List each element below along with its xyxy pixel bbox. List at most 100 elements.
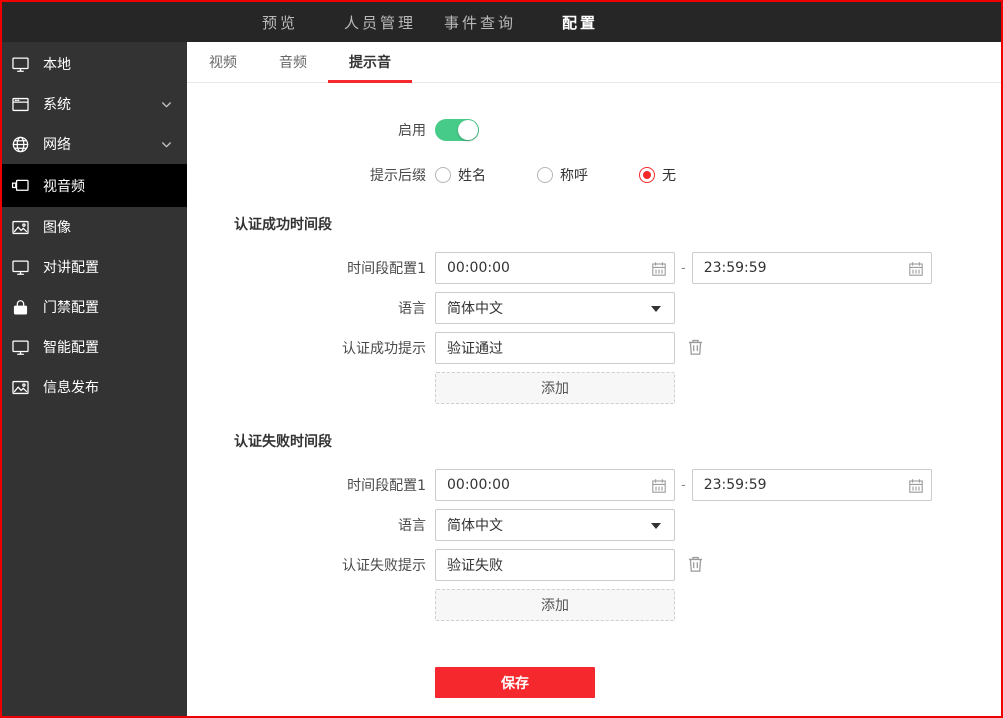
sidebar-item-access-control-config[interactable]: 门禁配置 (2, 287, 187, 327)
success-prompt-label: 认证成功提示 (342, 341, 426, 357)
window-icon (11, 95, 30, 114)
sidebar-item-label: 网络 (43, 137, 71, 153)
failure-end-time-field (691, 469, 932, 501)
radio-label: 称呼 (560, 168, 588, 184)
radio-label: 姓名 (458, 168, 486, 184)
success-add-row: 添加 (187, 372, 1001, 404)
sidebar-item-label: 视音频 (43, 178, 85, 195)
failure-start-time-field (435, 469, 675, 501)
monitor-icon (11, 258, 30, 277)
prompt-suffix-options: 姓名 称呼 无 (435, 165, 727, 185)
calendar-icon[interactable] (908, 478, 924, 494)
failure-prompt-input[interactable] (435, 549, 675, 581)
dropdown-arrow-icon (651, 306, 661, 312)
tab-video[interactable]: 视频 (188, 42, 258, 82)
suffix-radio-2[interactable]: 称呼 (537, 165, 588, 185)
image-icon (11, 218, 30, 237)
calendar-icon[interactable] (651, 261, 667, 277)
nav-item-configuration[interactable]: 配置 (530, 12, 630, 33)
dropdown-arrow-icon (651, 523, 661, 529)
sidebar-item-label: 对讲配置 (43, 260, 99, 276)
failure-add-button[interactable]: 添加 (435, 589, 675, 621)
success-language-select[interactable]: 简体中文 (435, 292, 675, 324)
prompt-suffix-label: 提示后缀 (370, 168, 426, 184)
success-start-time-input[interactable] (436, 253, 674, 283)
failure-language-row: 语言 简体中文 (187, 509, 1001, 541)
sidebar-item-label: 本地 (43, 57, 71, 73)
failure-prompt-row: 认证失败提示 (187, 549, 1001, 581)
main-pane: 视频 音频 提示音 启用 提示后缀 姓名 称呼无 认证成功时间段 时间段配置1 … (187, 42, 1001, 716)
sidebar-item-video-audio[interactable]: 视音频 (2, 164, 187, 207)
success-delete-button[interactable] (687, 338, 704, 359)
failure-prompt-label: 认证失败提示 (342, 558, 426, 574)
auth-failure-section-title: 认证失败时间段 (234, 434, 332, 450)
success-end-time-field (691, 252, 932, 284)
calendar-icon[interactable] (908, 261, 924, 277)
sidebar-item-label: 门禁配置 (43, 300, 99, 316)
nav-item-event-search[interactable]: 事件查询 (430, 12, 530, 33)
enable-toggle[interactable] (435, 119, 479, 141)
calendar-icon[interactable] (651, 478, 667, 494)
sidebar-item-label: 系统 (43, 97, 71, 113)
failure-delete-button[interactable] (687, 555, 704, 576)
sidebar-item-local[interactable]: 本地 (2, 44, 187, 84)
success-language-label: 语言 (398, 301, 426, 317)
success-prompt-row: 认证成功提示 (187, 332, 1001, 364)
sidebar: 本地系统网络视音频图像对讲配置门禁配置智能配置信息发布 (2, 42, 187, 716)
radio-label: 无 (662, 168, 676, 184)
time-range-separator: - (681, 260, 686, 276)
success-add-button[interactable]: 添加 (435, 372, 675, 404)
top-nav-bar: 预览 人员管理 事件查询 配置 (2, 2, 1001, 42)
sidebar-item-smart-config[interactable]: 智能配置 (2, 327, 187, 367)
sidebar-item-network[interactable]: 网络 (2, 124, 187, 164)
success-language-value: 简体中文 (447, 301, 503, 317)
failure-start-time-input[interactable] (436, 470, 674, 500)
radio-icon (537, 167, 553, 183)
tab-prompt-sound[interactable]: 提示音 (328, 42, 412, 83)
failure-language-label: 语言 (398, 518, 426, 534)
sidebar-item-image[interactable]: 图像 (2, 207, 187, 247)
sidebar-item-label: 图像 (43, 220, 71, 236)
globe-icon (11, 135, 30, 154)
monitor-icon (11, 338, 30, 357)
monitor-icon (11, 55, 30, 74)
success-prompt-input[interactable] (435, 332, 675, 364)
trash-icon (687, 338, 704, 359)
enable-label: 启用 (398, 123, 426, 139)
success-end-time-input[interactable] (692, 253, 931, 283)
save-row: 保存 (187, 667, 1001, 698)
chevron-down-icon (160, 138, 173, 151)
failure-time-row: 时间段配置1 - (187, 469, 1001, 501)
image-icon (11, 378, 30, 397)
nav-item-preview[interactable]: 预览 (230, 12, 330, 33)
sidebar-item-info-release[interactable]: 信息发布 (2, 367, 187, 407)
failure-time-label: 时间段配置1 (347, 478, 426, 494)
sidebar-item-intercom-config[interactable]: 对讲配置 (2, 247, 187, 287)
suffix-radio-3[interactable]: 无 (639, 165, 676, 185)
trash-icon (687, 555, 704, 576)
auth-success-section-title: 认证成功时间段 (234, 217, 332, 233)
success-start-time-field (435, 252, 675, 284)
av-icon (11, 176, 30, 195)
radio-icon (435, 167, 451, 183)
lock-icon (11, 298, 30, 317)
app-window: 预览 人员管理 事件查询 配置 本地系统网络视音频图像对讲配置门禁配置智能配置信息发布… (0, 0, 1003, 718)
failure-add-row: 添加 (187, 589, 1001, 621)
chevron-down-icon (160, 98, 173, 111)
save-button[interactable]: 保存 (435, 667, 595, 698)
failure-language-select[interactable]: 简体中文 (435, 509, 675, 541)
toggle-knob (458, 120, 478, 140)
success-time-label: 时间段配置1 (347, 261, 426, 277)
radio-icon (639, 167, 655, 183)
sidebar-item-label: 信息发布 (43, 380, 99, 396)
nav-item-person-management[interactable]: 人员管理 (330, 12, 430, 33)
prompt-sound-form: 启用 提示后缀 姓名 称呼 无 认证成功时间段 时间段配置1 00:00:00 -… (187, 83, 1001, 698)
app-body: 本地系统网络视音频图像对讲配置门禁配置智能配置信息发布 视频 音频 提示音 启用 提… (2, 42, 1001, 716)
success-time-row: 时间段配置1 - (187, 252, 1001, 284)
sidebar-item-system[interactable]: 系统 (2, 84, 187, 124)
suffix-radio-1[interactable]: 姓名 (435, 165, 486, 185)
tab-audio[interactable]: 音频 (258, 42, 328, 82)
time-range-separator: - (681, 477, 686, 493)
failure-end-time-input[interactable] (692, 470, 931, 500)
failure-language-value: 简体中文 (447, 518, 503, 534)
